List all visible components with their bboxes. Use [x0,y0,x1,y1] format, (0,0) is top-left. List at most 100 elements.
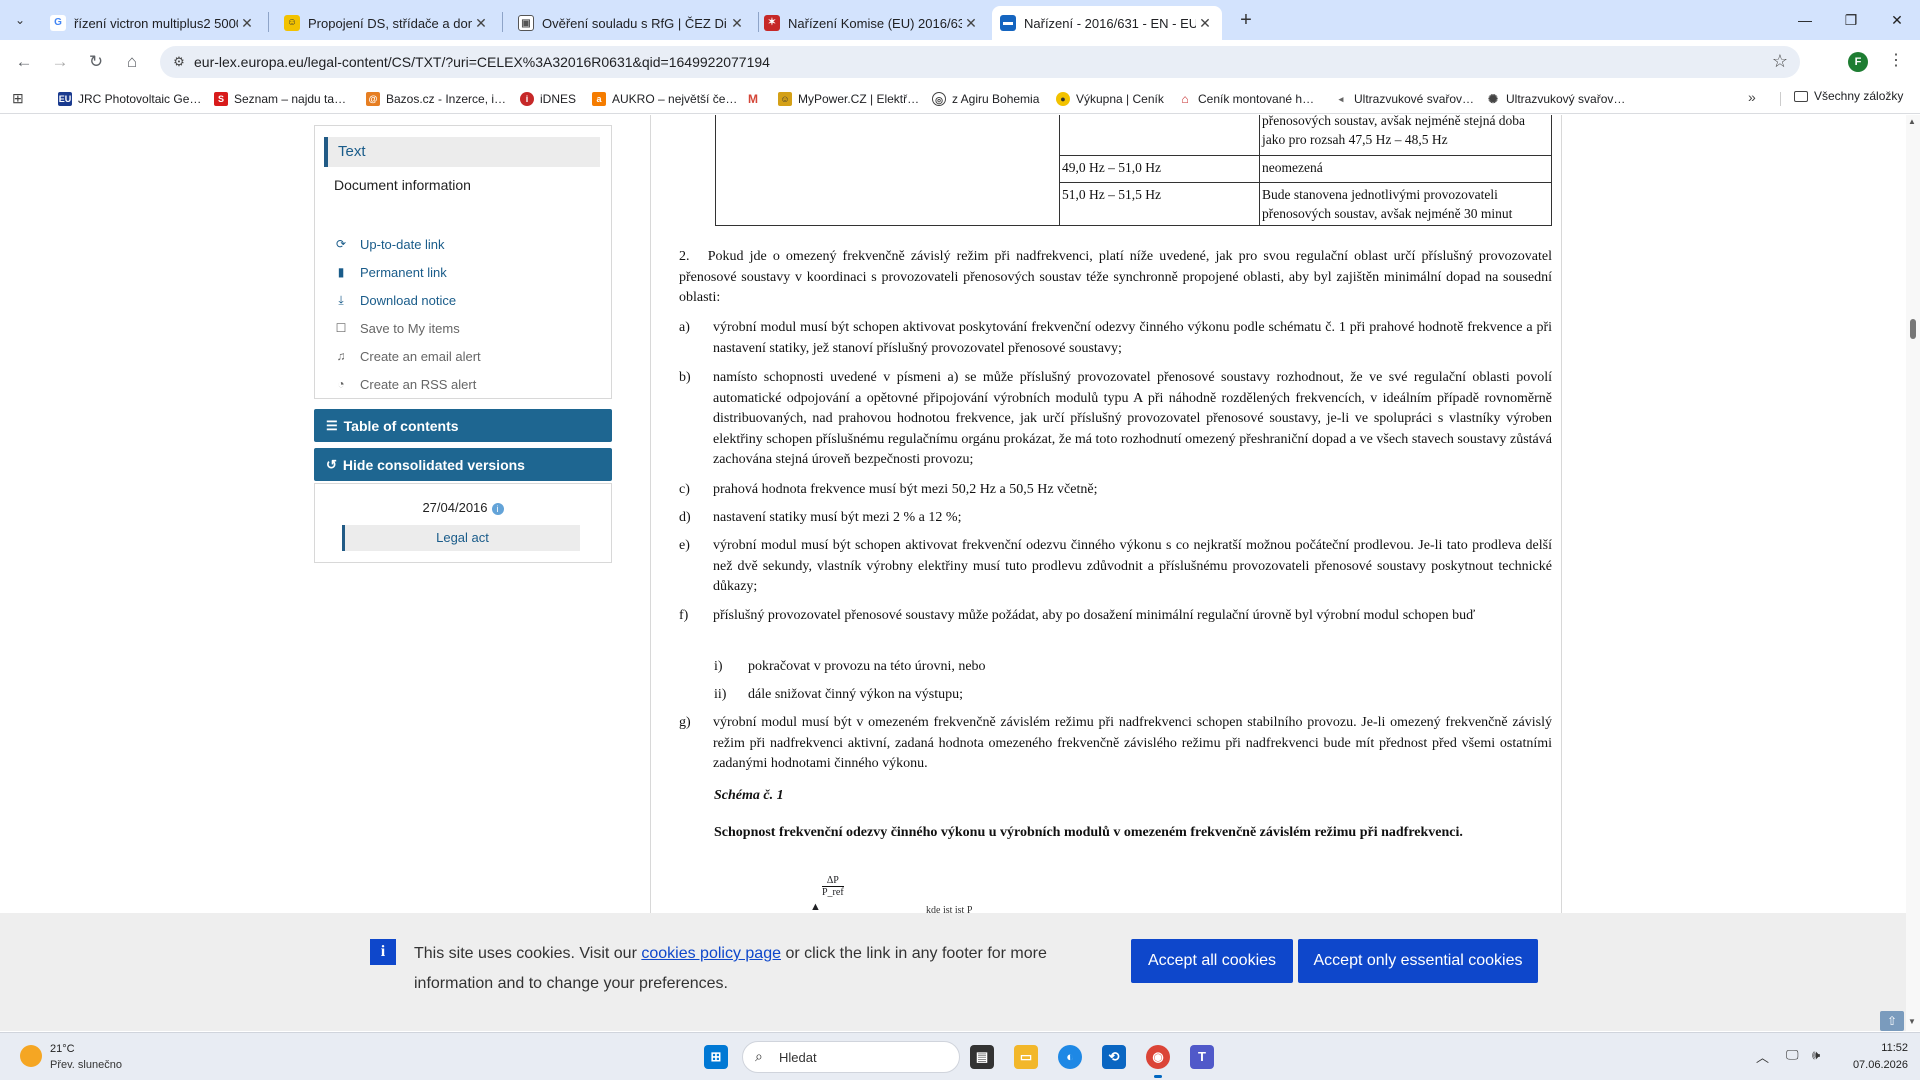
clock-date[interactable]: 07.06.2026 [1852,1059,1908,1071]
hide-consolidated-versions-button[interactable]: ↺ Hide consolidated versions [314,448,612,481]
taskbar-search[interactable]: ⌕ Hledat [742,1041,960,1073]
tab-title: Nařízení - 2016/631 - EN - EUR… [1024,15,1196,31]
rss-alert-link[interactable]: ◔ Create an RSS alert [332,373,476,395]
back-button[interactable]: ← [10,48,38,76]
bookmark-cenik[interactable]: ⌂ Ceník montované h… [1178,89,1314,109]
table-cell: 51,0 Hz – 51,5 Hz [1059,181,1260,226]
paragraph-2: 2. Pokud jde o omezený frekvenčně závisl… [679,249,1552,305]
item-text: výrobní modul musí být schopen aktivovat… [713,538,1552,594]
download-icon: ⤓ [338,292,344,307]
tab-narizeni-komise[interactable]: ✶ Nařízení Komise (EU) 2016/631 … ✕ [756,6,988,40]
bookmark-bazos[interactable]: @ Bazos.cz - Inzerce, i… [366,89,506,109]
tab-search-icon[interactable]: ⌄ [8,8,32,32]
weather-sun-icon[interactable] [20,1045,42,1067]
task-view-icon[interactable]: ▤ [970,1045,994,1069]
legal-act-link[interactable]: Legal act [342,525,580,551]
bookmark-mypower[interactable]: ☺ MyPower.CZ | Elektř… [778,89,919,109]
restore-button[interactable]: ❐ [1828,0,1874,40]
tab-eurlex-active[interactable]: ▬ Nařízení - 2016/631 - EN - EUR… ✕ [992,6,1222,40]
app-icon[interactable]: ⟲ [1102,1045,1126,1069]
download-notice-link[interactable]: ⤓ Download notice [332,289,456,311]
search-icon: ⌕ [755,1048,763,1064]
back-to-top-button[interactable]: ⇧ [1880,1011,1904,1031]
sub-item-label: i) [714,659,723,674]
scroll-up-icon[interactable]: ▲ [1908,117,1916,126]
bookmark-ultrazvukovy[interactable]: ✺ Ultrazvukový svařov… [1486,89,1625,109]
save-icon: ☐ [335,321,347,335]
save-to-my-items-link[interactable]: ☐ Save to My items [332,317,460,339]
network-icon[interactable]: 🖵 [1786,1047,1799,1063]
smiley-icon: ☺ [284,15,300,31]
permanent-link[interactable]: ▮ Permanent link [332,261,447,283]
home-button[interactable]: ⌂ [118,48,146,76]
eu-icon: EU [58,92,72,106]
close-icon[interactable]: ✕ [728,14,746,32]
tab-propojeni[interactable]: ☺ Propojení DS, střídače a domov… ✕ [276,6,498,40]
tab-strip: ⌄ G řízení victron multiplus2 5000 f… ✕ … [0,0,1920,40]
bookmark-agiru[interactable]: ◎ z Agiru Bohemia [932,89,1039,109]
close-icon[interactable]: ✕ [238,14,256,32]
up-to-date-link[interactable]: ⟳ Up-to-date link [332,233,445,255]
info-icon: i [370,939,396,965]
version-date-row: 27/04/2016 i [315,500,611,515]
bookmark-gmail[interactable]: M [746,89,766,109]
tab-victron[interactable]: G řízení victron multiplus2 5000 f… ✕ [42,6,264,40]
apps-grid-icon[interactable]: ⊞ [12,90,28,106]
clock-time[interactable]: 11:52 [1852,1042,1908,1054]
document-information-tab[interactable]: Document information [334,170,471,200]
forward-button[interactable]: → [46,48,74,76]
edge-icon[interactable]: ◐ [1058,1045,1082,1069]
profile-avatar[interactable]: F [1848,52,1868,72]
bookmark-label: z Agiru Bohemia [952,92,1040,106]
more-bookmarks-icon[interactable]: » [1748,89,1756,105]
bookmark-aukro[interactable]: a AUKRO – největší če… [592,89,737,109]
file-explorer-icon[interactable]: ▭ [1014,1045,1038,1069]
info-icon[interactable]: i [491,502,504,515]
close-icon[interactable]: ✕ [472,14,490,32]
teams-icon[interactable]: T [1190,1045,1214,1069]
scrollbar-thumb[interactable] [1910,319,1916,339]
bookmark-star-icon[interactable]: ☆ [1772,51,1788,72]
chrome-icon[interactable]: ◉ [1146,1045,1170,1069]
history-icon: ↺ [326,456,337,472]
page-scrollbar[interactable]: ▲ ▼ [1906,115,1920,1031]
url-text[interactable]: eur-lex.europa.eu/legal-content/CS/TXT/?… [194,54,770,70]
new-tab-button[interactable]: + [1232,6,1260,34]
accept-all-cookies-button[interactable]: Accept all cookies [1131,939,1293,983]
close-icon[interactable]: ✕ [962,14,980,32]
volume-icon[interactable]: 🕪 [1812,1047,1820,1063]
reload-button[interactable]: ↻ [82,48,110,76]
tab-cez[interactable]: ▣ Ověření souladu s RfG | ČEZ Di… ✕ [510,6,754,40]
tab-title: Nařízení Komise (EU) 2016/631 … [788,15,962,31]
google-icon: G [50,15,66,31]
consolidated-versions-panel: 27/04/2016 i Legal act [314,483,612,563]
address-bar[interactable]: ⚙ eur-lex.europa.eu/legal-content/CS/TXT… [160,46,1800,78]
bookmark-jrc[interactable]: EU JRC Photovoltaic Ge… [58,89,201,109]
weather-description[interactable]: Přev. slunečno [50,1059,122,1071]
item-label: g) [679,715,691,730]
list-icon: ☰ [326,417,338,433]
tray-chevron-icon[interactable]: ︿ [1756,1047,1769,1066]
close-icon[interactable]: ✕ [1196,14,1214,32]
browser-menu-icon[interactable]: ⋮ [1886,50,1906,70]
text-tab[interactable]: Text [324,137,600,167]
active-indicator [1154,1075,1162,1078]
windows-start-icon[interactable]: ⊞ [704,1045,728,1069]
accept-essential-cookies-button[interactable]: Accept only essential cookies [1298,939,1538,983]
all-bookmarks-button[interactable]: Všechny záložky [1794,89,1903,103]
table-of-contents-button[interactable]: ☰ Table of contents [314,409,612,442]
bookmark-seznam[interactable]: S Seznam – najdu ta… [214,89,346,109]
close-window-button[interactable]: ✕ [1874,0,1920,40]
bookmark-idnes[interactable]: i iDNES [520,89,576,109]
bookmark-vykupna[interactable]: ● Výkupna | Ceník [1056,89,1164,109]
sub-item-text: pokračovat v provozu na této úrovni, neb… [748,659,986,674]
weather-temperature[interactable]: 21°C [50,1043,75,1055]
table-cell: neomezená [1259,154,1552,183]
site-info-icon[interactable]: ⚙ [170,53,188,71]
scroll-down-icon[interactable]: ▼ [1908,1017,1916,1026]
bookmark-ultrazvukove[interactable]: ◂ Ultrazvukové svařov… [1334,89,1474,109]
cookies-policy-link[interactable]: cookies policy page [641,945,781,962]
minimize-button[interactable]: — [1782,0,1828,40]
email-alert-link[interactable]: ♫ Create an email alert [332,345,481,367]
table-cell: Bude stanovena jednotlivými provozovatel… [1259,181,1552,226]
